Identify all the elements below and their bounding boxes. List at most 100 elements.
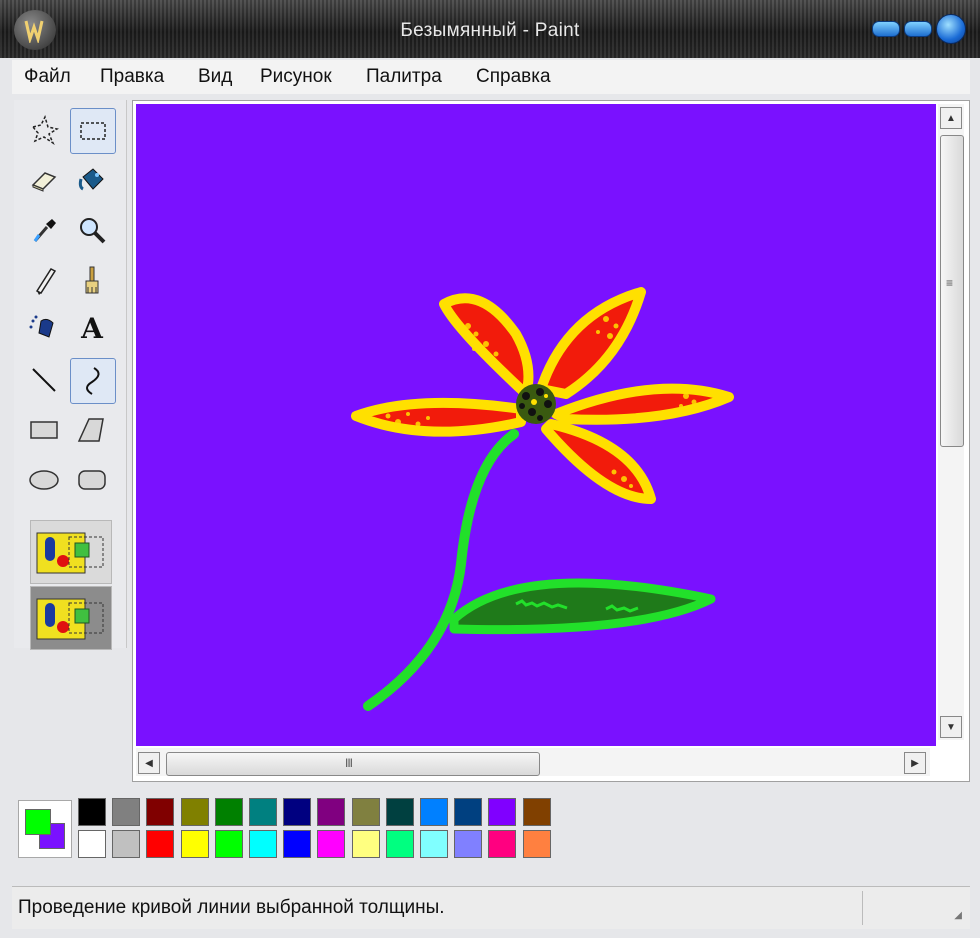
menu-help[interactable]: Справка (476, 66, 551, 88)
palette-swatch[interactable] (78, 830, 106, 858)
tool-rect-select[interactable] (70, 108, 116, 154)
arrow-up-icon: ▲ (946, 112, 956, 124)
transparency-option-opaque[interactable] (30, 520, 112, 584)
palette-swatch[interactable] (180, 830, 209, 858)
palette-swatch[interactable] (249, 798, 277, 826)
tool-polygon[interactable] (70, 408, 114, 452)
current-colors[interactable] (18, 800, 72, 858)
tool-pencil[interactable] (22, 258, 66, 302)
palette-swatch[interactable] (112, 830, 141, 858)
menu-image[interactable]: Рисунок (260, 66, 332, 88)
petal-upper-right (536, 287, 646, 399)
palette-swatch[interactable] (522, 830, 551, 858)
tool-ellipse[interactable] (22, 458, 66, 502)
palette-swatch[interactable] (283, 798, 312, 826)
arrow-right-icon: ▶ (911, 757, 919, 769)
menu-bar: Файл Правка Вид Рисунок Палитра Справка (12, 60, 970, 94)
palette-swatch[interactable] (488, 830, 517, 858)
palette-swatch[interactable] (351, 798, 380, 826)
flower-stem (363, 429, 519, 711)
star-select-icon (31, 114, 59, 146)
palette-swatch[interactable] (146, 830, 175, 858)
tool-rectangle[interactable] (22, 408, 66, 452)
polygon-icon (77, 418, 104, 442)
menu-view[interactable]: Вид (198, 66, 232, 88)
foreground-color[interactable] (25, 809, 51, 835)
opaque-mode-icon (36, 532, 104, 574)
palette-swatch[interactable] (454, 830, 483, 858)
tool-magnifier[interactable] (70, 208, 114, 252)
window-title: Безымянный - Paint (400, 20, 580, 41)
rect-select-icon (80, 122, 106, 140)
tool-eraser[interactable] (22, 158, 66, 202)
vertical-scroll-thumb[interactable]: ≡ (940, 135, 964, 447)
scroll-right-button[interactable]: ▶ (904, 752, 926, 774)
scroll-up-button[interactable]: ▲ (940, 107, 962, 129)
ellipse-icon (29, 470, 59, 490)
brush-icon (85, 266, 99, 294)
palette-swatch[interactable] (522, 798, 551, 826)
petal-right (551, 383, 734, 425)
menu-file[interactable]: Файл (24, 66, 71, 88)
tool-fill[interactable] (70, 158, 114, 202)
palette-swatch[interactable] (317, 798, 346, 826)
tool-free-form-select[interactable] (22, 108, 66, 152)
tool-line[interactable] (22, 358, 66, 402)
eyedropper-icon (33, 219, 56, 242)
scroll-left-button[interactable]: ◀ (138, 752, 160, 774)
palette-swatch[interactable] (283, 830, 312, 858)
title-bar[interactable]: Безымянный - Paint (0, 0, 980, 58)
close-button[interactable] (936, 14, 966, 44)
tool-curve[interactable] (70, 358, 116, 404)
text-icon: A (81, 311, 103, 345)
minimize-button[interactable] (872, 21, 900, 37)
palette-swatch[interactable] (488, 798, 517, 826)
status-text: Проведение кривой линии выбранной толщин… (18, 897, 445, 918)
tool-brush[interactable] (70, 258, 114, 302)
transparency-option-transparent[interactable] (30, 586, 112, 650)
transparent-mode-icon (36, 598, 104, 640)
resize-grip-icon[interactable]: ◢ (954, 910, 962, 921)
airbrush-icon (29, 315, 54, 338)
magnifier-icon (80, 218, 106, 244)
palette-swatch[interactable] (112, 798, 141, 826)
palette-swatch[interactable] (78, 798, 106, 826)
paint-window: Безымянный - Paint Файл Правка Вид Рисун… (0, 0, 980, 938)
vertical-grip: ≡ (946, 276, 953, 290)
tool-rounded-rectangle[interactable] (70, 458, 114, 502)
horizontal-grip: III (345, 756, 353, 770)
toolbox: A (14, 100, 127, 650)
paint-bucket-icon (78, 168, 104, 191)
petal-lower-right (541, 419, 656, 504)
palette-swatch[interactable] (214, 798, 243, 826)
palette-swatch[interactable] (249, 830, 277, 858)
palette-swatch[interactable] (214, 830, 243, 858)
tool-text[interactable]: A (70, 306, 114, 350)
rectangle-icon (30, 421, 58, 439)
status-coordinates-cell (862, 891, 967, 925)
palette-swatch[interactable] (454, 798, 483, 826)
tool-airbrush[interactable] (22, 306, 66, 350)
flower-leaf (449, 578, 716, 635)
palette-swatch[interactable] (420, 798, 448, 826)
arrow-down-icon: ▼ (946, 721, 956, 733)
palette-swatch[interactable] (385, 830, 414, 858)
menu-edit[interactable]: Правка (100, 66, 164, 88)
eraser-icon (31, 172, 57, 192)
palette-swatch[interactable] (385, 798, 414, 826)
palette-swatch[interactable] (351, 830, 380, 858)
maximize-button[interactable] (904, 21, 932, 37)
drawing-canvas[interactable] (136, 104, 936, 746)
palette-swatch[interactable] (180, 798, 209, 826)
scroll-down-button[interactable]: ▼ (940, 716, 962, 738)
menu-palette[interactable]: Палитра (366, 66, 442, 88)
rounded-rect-icon (78, 470, 106, 490)
petal-left (351, 397, 526, 437)
palette-swatch[interactable] (420, 830, 448, 858)
horizontal-scroll-thumb[interactable]: III (166, 752, 540, 776)
tool-color-picker[interactable] (22, 208, 66, 252)
palette-swatch[interactable] (146, 798, 175, 826)
arrow-left-icon: ◀ (145, 757, 153, 769)
flower-drawing (351, 287, 734, 711)
palette-swatch[interactable] (317, 830, 346, 858)
